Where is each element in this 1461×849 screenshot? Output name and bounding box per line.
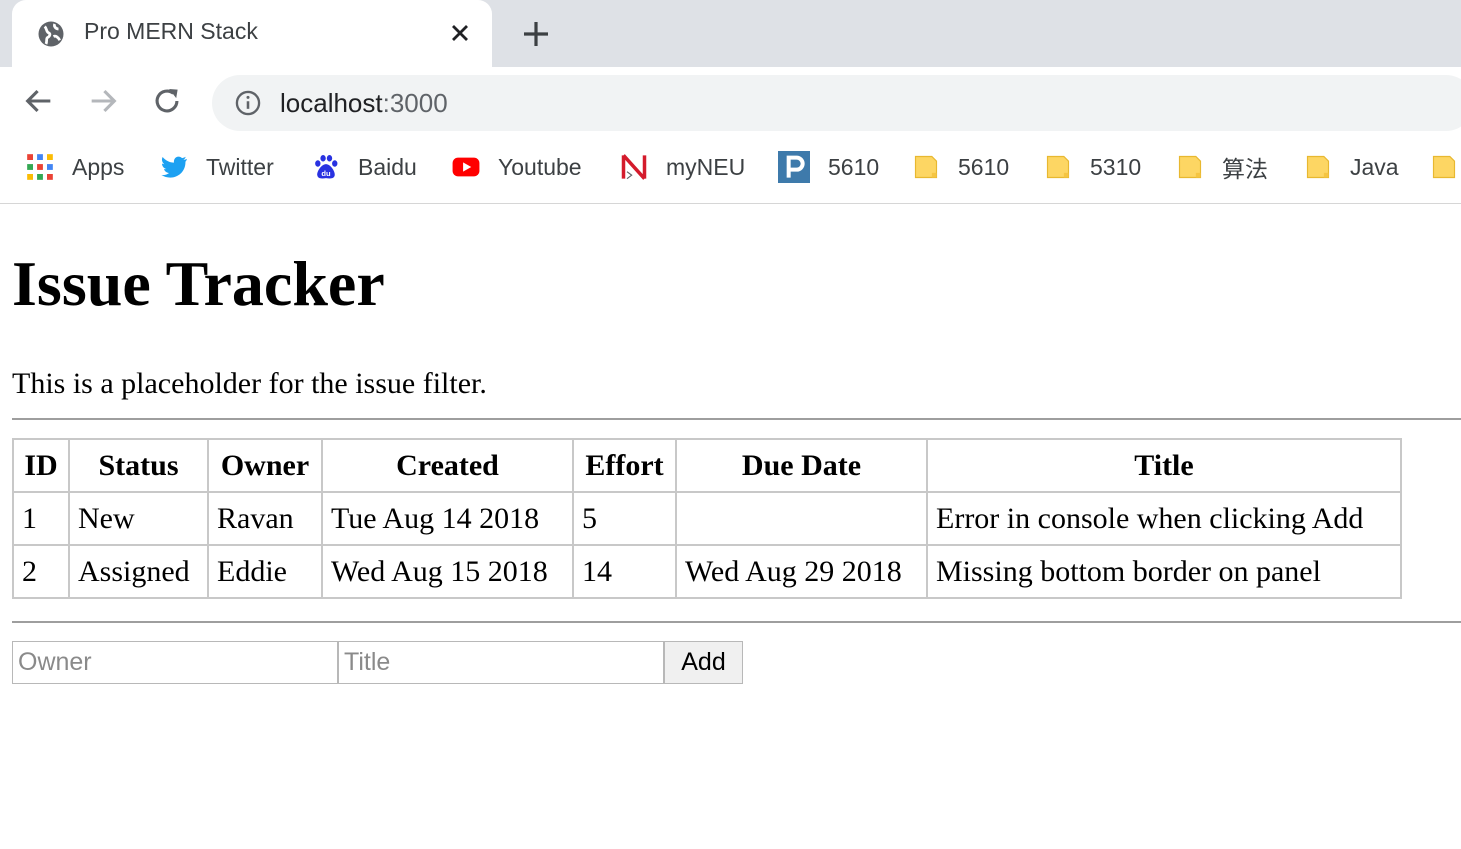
bookmark-folder-algorithms[interactable]: 算法 <box>1176 139 1268 195</box>
apps-grid-icon <box>27 154 53 180</box>
issue-filter-placeholder: This is a placeholder for the issue filt… <box>12 367 487 400</box>
url-text: localhost:3000 <box>280 88 448 119</box>
cell-created: Wed Aug 15 2018 <box>321 544 574 599</box>
bookmark-label: 5310 <box>1090 153 1142 180</box>
table-row: 2 Assigned Eddie Wed Aug 15 2018 14 Wed … <box>12 544 1402 599</box>
youtube-icon <box>452 157 480 177</box>
folder-icon <box>1046 155 1070 179</box>
browser-tab[interactable]: Pro MERN Stack <box>12 0 492 67</box>
column-header-effort: Effort <box>572 438 677 493</box>
issue-table: ID Status Owner Created Effort Due Date … <box>12 438 1402 599</box>
bookmark-label: 5610 <box>958 153 1010 180</box>
cell-status: Assigned <box>68 544 209 599</box>
address-bar[interactable]: localhost:3000 <box>212 75 1461 131</box>
bookmark-folder-java[interactable]: Java <box>1304 139 1399 195</box>
column-header-id: ID <box>12 438 70 493</box>
svg-text:du: du <box>321 169 331 178</box>
reload-icon[interactable] <box>150 84 184 118</box>
browser-toolbar: localhost:3000 <box>0 67 1461 139</box>
bookmark-myneu[interactable]: myNEU <box>620 139 745 195</box>
cell-due-date <box>675 491 928 546</box>
bookmark-folder-5610[interactable]: 5610 <box>912 139 1009 195</box>
owner-input[interactable] <box>12 641 338 684</box>
info-icon[interactable] <box>234 89 262 117</box>
column-header-status: Status <box>68 438 209 493</box>
cell-status: New <box>68 491 209 546</box>
bookmark-folder-5310[interactable]: 5310 <box>1044 139 1141 195</box>
folder-icon <box>1432 155 1456 179</box>
table-header-row: ID Status Owner Created Effort Due Date … <box>12 438 1402 493</box>
cell-id: 2 <box>12 544 70 599</box>
column-header-title: Title <box>926 438 1402 493</box>
cell-title: Error in console when clicking Add <box>926 491 1402 546</box>
cell-id: 1 <box>12 491 70 546</box>
close-tab-icon[interactable] <box>446 19 474 47</box>
folder-icon <box>914 155 938 179</box>
tab-strip: Pro MERN Stack <box>0 0 1461 67</box>
page-content: Issue Tracker This is a placeholder for … <box>0 204 1461 849</box>
title-input[interactable] <box>338 641 664 684</box>
globe-icon <box>38 21 64 47</box>
baidu-icon: du <box>315 154 338 179</box>
tab-title: Pro MERN Stack <box>84 18 258 44</box>
cell-owner: Eddie <box>207 544 323 599</box>
table-row: 1 New Ravan Tue Aug 14 2018 5 Error in c… <box>12 491 1402 546</box>
bookmark-youtube[interactable]: Youtube <box>452 139 582 195</box>
bookmark-label: Apps <box>72 153 125 180</box>
column-header-due-date: Due Date <box>675 438 928 493</box>
divider <box>12 621 1461 623</box>
bookmark-apps[interactable]: Apps <box>26 139 124 195</box>
cell-effort: 5 <box>572 491 677 546</box>
cell-effort: 14 <box>572 544 677 599</box>
cell-title: Missing bottom border on panel <box>926 544 1402 599</box>
url-host: localhost <box>280 88 383 118</box>
bookmark-label: Java <box>1350 153 1399 180</box>
forward-arrow-icon[interactable] <box>86 84 120 118</box>
column-header-created: Created <box>321 438 574 493</box>
bookmark-label: Youtube <box>498 153 582 180</box>
bookmark-label: Baidu <box>358 153 417 180</box>
myneu-icon <box>621 154 647 180</box>
bookmark-label: myNEU <box>666 153 746 180</box>
url-port: :3000 <box>382 88 448 118</box>
bookmark-twitter[interactable]: Twitter <box>160 139 274 195</box>
bookmark-baidu[interactable]: du Baidu <box>312 139 417 195</box>
folder-icon <box>1306 155 1330 179</box>
bookmarks-bar: Apps Twitter du Baidu Youtube myNEU 5610… <box>0 139 1461 204</box>
back-arrow-icon[interactable] <box>22 84 56 118</box>
folder-icon <box>1178 155 1202 179</box>
bookmark-label: 算法 <box>1222 156 1268 182</box>
bookmark-folder-overflow[interactable] <box>1430 139 1458 195</box>
cell-due-date: Wed Aug 29 2018 <box>675 544 928 599</box>
divider <box>12 418 1461 420</box>
twitter-icon <box>161 156 187 178</box>
p-logo-icon <box>778 151 810 183</box>
new-tab-icon[interactable] <box>520 18 552 50</box>
column-header-owner: Owner <box>207 438 323 493</box>
bookmark-label: Twitter <box>206 153 274 180</box>
cell-owner: Ravan <box>207 491 323 546</box>
page-title: Issue Tracker <box>12 248 385 319</box>
add-button[interactable]: Add <box>664 641 743 684</box>
bookmark-5610-piazza[interactable]: 5610 <box>778 139 879 195</box>
cell-created: Tue Aug 14 2018 <box>321 491 574 546</box>
bookmark-label: 5610 <box>828 153 880 180</box>
